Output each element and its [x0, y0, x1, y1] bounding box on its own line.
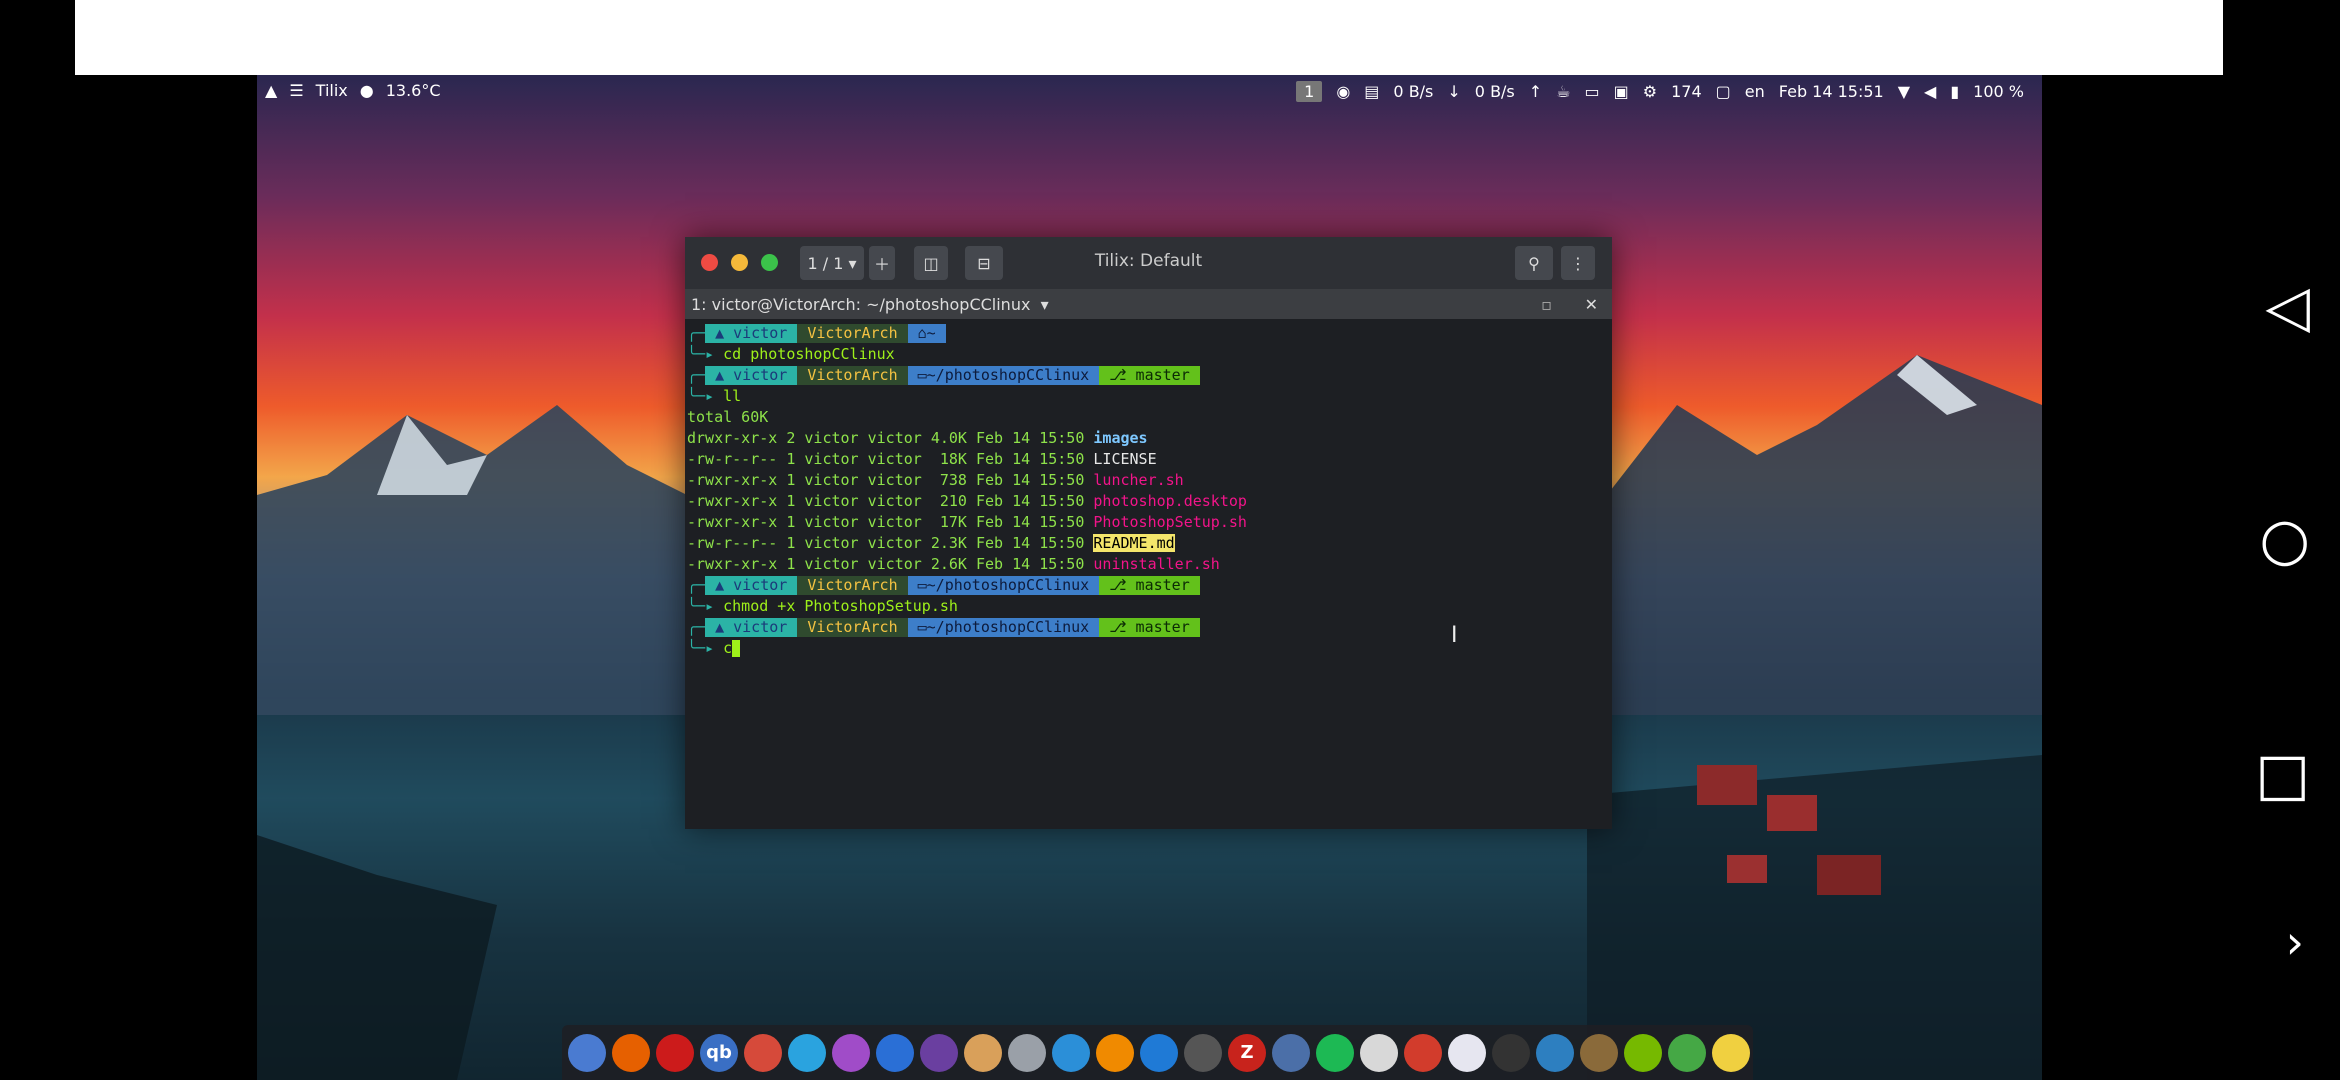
file-name: uninstaller.sh: [1093, 555, 1220, 573]
search-icon: ⚲: [1528, 253, 1540, 273]
chevron-right-icon[interactable]: ›: [2286, 915, 2304, 969]
file-name: LICENSE: [1093, 450, 1157, 468]
file-row: -rwxr-xr-x 1 victor victor 738 Feb 14 15…: [687, 471, 1184, 489]
volume-icon[interactable]: ◀: [1924, 82, 1936, 101]
arrow-down-icon: ↓: [1447, 82, 1461, 101]
desktop-panel: ▲ ☰ Tilix ● 13.6°C 1 ◉ ▤ 0 B/s ↓ 0 B/s ↑…: [257, 75, 2042, 109]
app-dock: qb Z: [562, 1025, 1753, 1080]
search-button[interactable]: ⚲: [1515, 246, 1553, 280]
keyboard-layout-label[interactable]: en: [1745, 82, 1765, 101]
recents-nav-icon[interactable]: □: [2255, 740, 2310, 808]
spotify-icon[interactable]: [1316, 1033, 1354, 1072]
text-editor-icon[interactable]: [1448, 1033, 1486, 1072]
net-up-label: 0 B/s: [1474, 82, 1515, 101]
command-text: chmod +x PhotoshopSetup.sh: [723, 597, 958, 615]
upload-icon[interactable]: [1052, 1033, 1090, 1072]
app-purple-icon[interactable]: [832, 1033, 870, 1072]
home-nav-icon[interactable]: ○: [2259, 505, 2310, 573]
kebab-menu-icon: ⋮: [1570, 253, 1586, 273]
mouse-ibeam-cursor-icon: I: [1451, 623, 1458, 648]
opera-icon[interactable]: [656, 1033, 694, 1072]
terminal-icon[interactable]: [1492, 1033, 1530, 1072]
terminal-session-title[interactable]: 1: victor@VictorArch: ~/photoshopCClinux: [691, 295, 1030, 314]
command-text: cd photoshopCClinux: [723, 345, 895, 363]
coffee-tray-icon[interactable]: ☕: [1556, 82, 1570, 101]
arrow-up-icon: ↑: [1528, 82, 1543, 101]
chromium-icon[interactable]: [568, 1033, 606, 1072]
file-name: README.md: [1093, 534, 1175, 552]
vscode-icon[interactable]: [1140, 1033, 1178, 1072]
workspace-indicator[interactable]: 1: [1296, 81, 1323, 102]
text-cursor: [732, 640, 741, 657]
cpu-temp-label: 174: [1671, 82, 1702, 101]
title-bar[interactable]: 1 / 1 ▾ ＋ ◫ ⊟ Tilix: Default ⚲ ⋮: [685, 237, 1612, 289]
window-title: Tilix: Default: [1094, 251, 1203, 271]
menu-button[interactable]: ⋮: [1561, 246, 1595, 280]
battery-label: 100 %: [1973, 82, 2024, 101]
firefox-icon[interactable]: [612, 1033, 650, 1072]
telegram-icon[interactable]: [788, 1033, 826, 1072]
close-terminal-icon[interactable]: ✕: [1585, 295, 1598, 314]
obs-icon[interactable]: [1184, 1033, 1222, 1072]
prompt-line: ╭─ ▲ victor VictorArch ▭~/photoshopCClinux ⎇…: [687, 365, 1610, 386]
file-name: images: [1093, 429, 1148, 447]
terminal-title-bar[interactable]: 1: victor@VictorArch: ~/photoshopCClinux…: [685, 289, 1612, 319]
file-name: luncher.sh: [1093, 471, 1184, 489]
system-monitor-icon[interactable]: [1536, 1033, 1574, 1072]
file-name: photoshop.desktop: [1093, 492, 1247, 510]
file-row: -rwxr-xr-x 1 victor victor 2.6K Feb 14 1…: [687, 555, 1220, 573]
clipboard-icon[interactable]: ▢: [1716, 82, 1731, 101]
vlc-icon[interactable]: [1096, 1033, 1134, 1072]
total-line: total 60K: [687, 408, 769, 426]
filezilla-icon[interactable]: Z: [1228, 1033, 1266, 1072]
video-player-icon[interactable]: [876, 1033, 914, 1072]
book-tray-icon[interactable]: ▤: [1364, 82, 1379, 101]
pdf-icon[interactable]: [1404, 1033, 1442, 1072]
terminal-output[interactable]: ╭─ ▲ victor VictorArch ⌂~ ╰─▸ cd photoshopC…: [685, 319, 1612, 663]
file-row: -rwxr-xr-x 1 victor victor 17K Feb 14 15…: [687, 513, 1247, 531]
weather-icon: ●: [359, 81, 374, 100]
nvidia-icon[interactable]: [1624, 1033, 1662, 1072]
battery-icon: ▮: [1950, 82, 1960, 101]
phone-top-bar: [75, 0, 2223, 75]
file-row: -rw-r--r-- 1 victor victor 2.3K Feb 14 1…: [687, 534, 1175, 552]
notes-icon[interactable]: [1712, 1033, 1750, 1072]
tilix-window[interactable]: 1 / 1 ▾ ＋ ◫ ⊟ Tilix: Default ⚲ ⋮ 1: vict…: [685, 237, 1612, 829]
file-row: drwxr-xr-x 2 victor victor 4.0K Feb 14 1…: [687, 429, 1148, 447]
active-app-label: Tilix: [315, 81, 348, 100]
maximize-terminal-icon[interactable]: ▫: [1541, 295, 1552, 314]
archive-icon[interactable]: [1272, 1033, 1310, 1072]
document-viewer-icon[interactable]: [1360, 1033, 1398, 1072]
chevron-down-icon[interactable]: ▾: [1041, 295, 1049, 314]
command-input[interactable]: c: [723, 639, 732, 657]
menu-icon[interactable]: ☰: [289, 81, 303, 100]
prompt-line: ╭─ ▲ victor VictorArch ⌂~: [687, 323, 1610, 344]
screenshot-icon[interactable]: ▣: [1614, 82, 1629, 101]
arch-logo-icon[interactable]: ▲: [265, 81, 277, 100]
clock-label[interactable]: Feb 14 15:51: [1779, 82, 1884, 101]
file-row: -rw-r--r-- 1 victor victor 18K Feb 14 15…: [687, 450, 1157, 468]
qbittorrent-icon[interactable]: qb: [700, 1033, 738, 1072]
file-name: PhotoshopSetup.sh: [1093, 513, 1247, 531]
media-player-icon[interactable]: [920, 1033, 958, 1072]
coffee-icon[interactable]: [964, 1033, 1002, 1072]
app-red-icon[interactable]: [744, 1033, 782, 1072]
prompt-line: ╭─ ▲ victor VictorArch ▭~/photoshopCClinux ⎇…: [687, 575, 1610, 596]
temperature-label: 13.6°C: [385, 81, 441, 100]
image-viewer-icon[interactable]: [1668, 1033, 1706, 1072]
flag-icon[interactable]: ▭: [1585, 82, 1600, 101]
file-row: -rwxr-xr-x 1 victor victor 210 Feb 14 15…: [687, 492, 1247, 510]
obs-tray-icon[interactable]: ◉: [1336, 82, 1350, 101]
command-text: ll: [723, 387, 742, 405]
gimp-icon[interactable]: [1580, 1033, 1618, 1072]
database-icon[interactable]: [1008, 1033, 1046, 1072]
back-nav-icon[interactable]: ◁: [2265, 272, 2310, 340]
prompt-line: ╭─ ▲ victor VictorArch ▭~/photoshopCClinux ⎇…: [687, 617, 1610, 638]
cpu-icon: ⚙: [1642, 82, 1658, 101]
file-listing: drwxr-xr-x 2 victor victor 4.0K Feb 14 1…: [687, 428, 1610, 575]
desktop-screen: ▲ ☰ Tilix ● 13.6°C 1 ◉ ▤ 0 B/s ↓ 0 B/s ↑…: [257, 75, 2042, 1080]
wifi-icon[interactable]: ▼: [1898, 82, 1910, 101]
net-down-label: 0 B/s: [1393, 82, 1434, 101]
